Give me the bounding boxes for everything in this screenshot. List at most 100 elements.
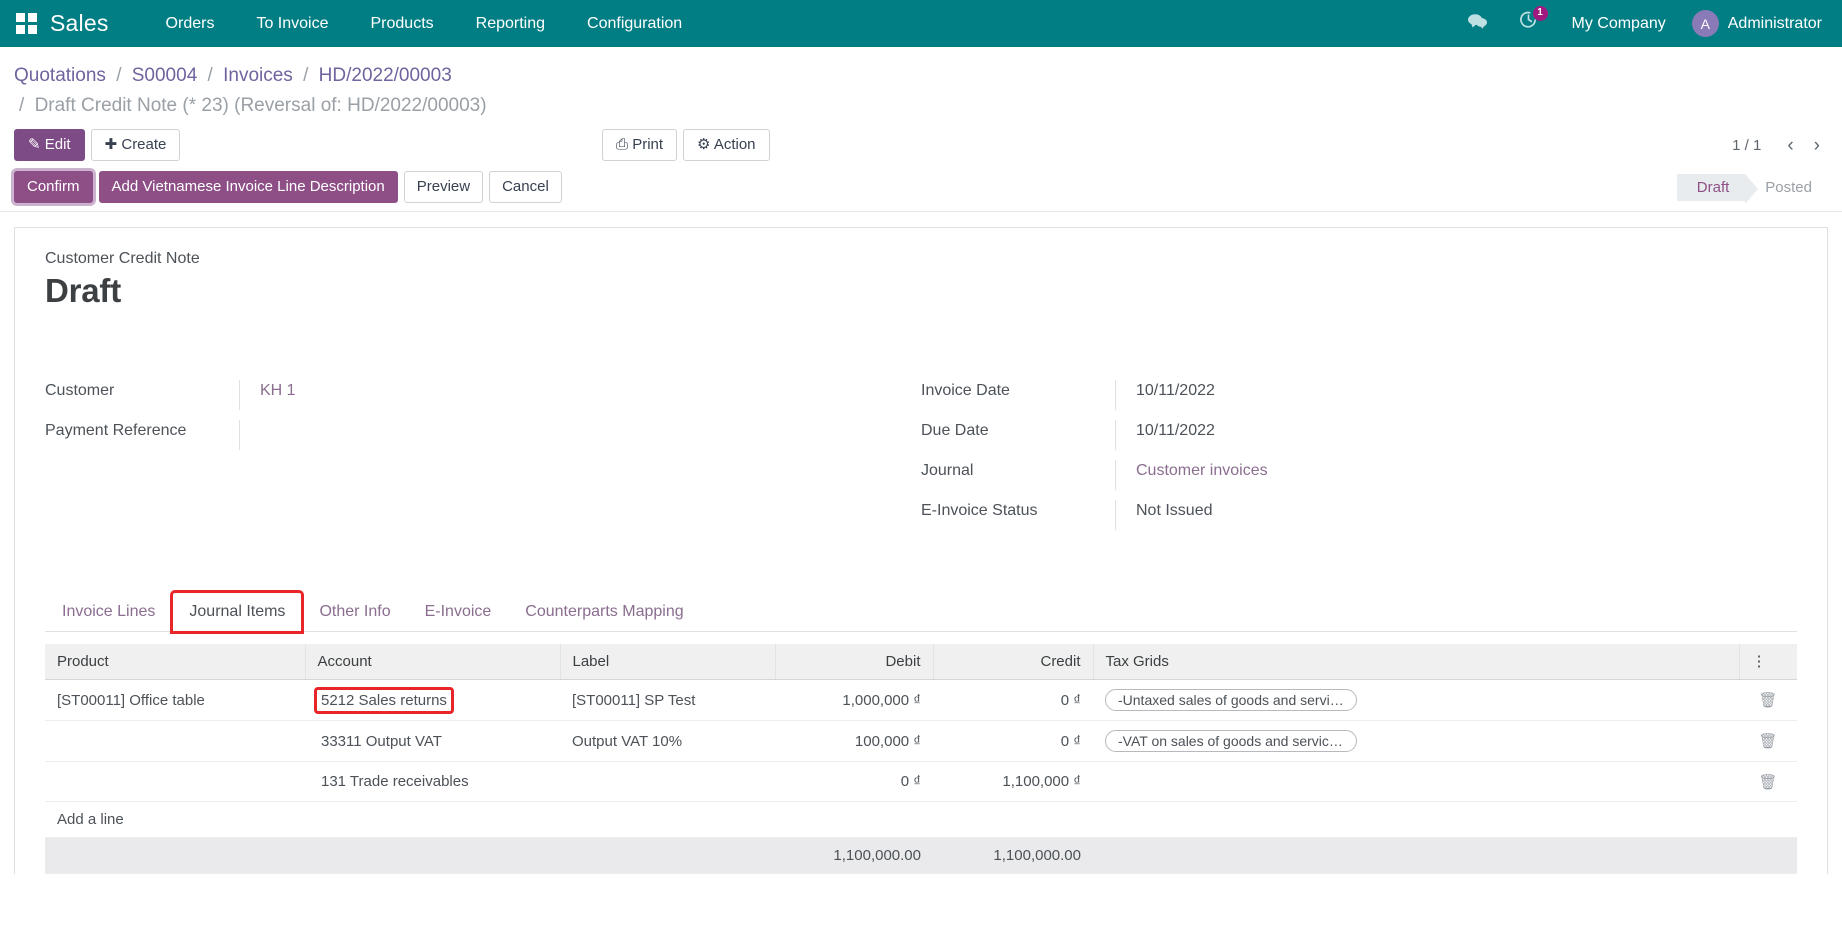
cell-credit[interactable]: 1,100,000 ₫ [933, 762, 1093, 802]
preview-button[interactable]: Preview [404, 171, 483, 203]
cell-tax-grids[interactable]: -Untaxed sales of goods and servic… [1093, 680, 1739, 721]
field-label-customer: Customer [45, 380, 239, 400]
pager: 1 / 1 ‹ › [1732, 136, 1828, 155]
status-step-draft[interactable]: Draft [1677, 174, 1746, 201]
avatar: A [1692, 10, 1719, 37]
menu-item-products[interactable]: Products [350, 0, 455, 47]
column-header-product[interactable]: Product [45, 644, 305, 680]
add-a-line-button[interactable]: Add a line [45, 802, 1797, 838]
cell-delete[interactable]: 🗑 [1739, 721, 1797, 762]
print-button[interactable]: ⎙ Print [602, 129, 677, 161]
tab-other-info[interactable]: Other Info [302, 592, 407, 632]
chat-bubble-icon[interactable] [1452, 0, 1503, 47]
breadcrumb-separator: / [303, 65, 308, 86]
menu-item-reporting[interactable]: Reporting [455, 0, 566, 47]
breadcrumb-item-invoices[interactable]: Invoices [223, 65, 293, 86]
breadcrumb-item-hd-2022-00003[interactable]: HD/2022/00003 [319, 65, 452, 86]
trash-icon[interactable]: 🗑 [1758, 733, 1777, 750]
table-header: Product Account Label Debit Credit Tax G… [45, 644, 1797, 680]
trash-icon[interactable]: 🗑 [1758, 774, 1777, 791]
totals-spacer [1739, 838, 1797, 874]
cell-account-value[interactable]: 33311 Output VAT [317, 731, 446, 752]
menu-item-configuration[interactable]: Configuration [566, 0, 703, 47]
field-group-right: Invoice Date 10/11/2022 Due Date 10/11/2… [921, 380, 1797, 540]
cell-delete[interactable]: 🗑 [1739, 762, 1797, 802]
field-payment-reference: Payment Reference [45, 420, 861, 460]
field-invoice-date: Invoice Date 10/11/2022 [921, 380, 1737, 420]
menu-item-orders[interactable]: Orders [145, 0, 236, 47]
cell-credit[interactable]: 0 ₫ [933, 680, 1093, 721]
cell-account-value[interactable]: 131 Trade receivables [317, 771, 473, 792]
add-line-row[interactable]: Add a line [45, 802, 1797, 838]
field-value-invoice-date[interactable]: 10/11/2022 [1115, 380, 1737, 410]
breadcrumb-separator: / [116, 65, 121, 86]
create-button[interactable]: ✚ Create [91, 129, 181, 161]
add-vietnamese-invoice-line-description-button[interactable]: Add Vietnamese Invoice Line Description [99, 171, 398, 203]
cell-product[interactable]: [ST00011] Office table [45, 680, 305, 721]
table-row[interactable]: 33311 Output VAT Output VAT 10% 100,000 … [45, 721, 1797, 762]
notebook-tabs: Invoice Lines Journal Items Other Info E… [45, 592, 1797, 632]
cell-product[interactable] [45, 762, 305, 802]
field-value-payment-reference[interactable] [239, 420, 861, 450]
cell-account[interactable]: 33311 Output VAT [305, 721, 560, 762]
table-row[interactable]: 131 Trade receivables 0 ₫ 1,100,000 ₫ 🗑 [45, 762, 1797, 802]
tab-invoice-lines[interactable]: Invoice Lines [45, 592, 172, 632]
table-header-row: Product Account Label Debit Credit Tax G… [45, 644, 1797, 680]
cell-debit[interactable]: 0 ₫ [775, 762, 933, 802]
field-value-journal[interactable]: Customer invoices [1115, 460, 1737, 490]
cell-account-value[interactable]: 5212 Sales returns [317, 690, 451, 711]
totals-spacer [1093, 838, 1739, 874]
optional-columns-toggle[interactable]: ⋮ [1739, 644, 1797, 680]
chevron-right-icon[interactable]: › [1806, 136, 1828, 155]
tax-grid-tag[interactable]: -Untaxed sales of goods and servic… [1105, 689, 1357, 711]
totals-spacer [45, 838, 305, 874]
cell-credit[interactable]: 0 ₫ [933, 721, 1093, 762]
column-header-credit[interactable]: Credit [933, 644, 1093, 680]
user-name: Administrator [1728, 15, 1822, 33]
app-brand-sales[interactable]: Sales [50, 10, 109, 37]
field-value-customer[interactable]: KH 1 [239, 380, 861, 410]
menu-item-to-invoice[interactable]: To Invoice [235, 0, 349, 47]
cell-label[interactable]: Output VAT 10% [560, 721, 775, 762]
record-actions: ✎ Edit ✚ Create [14, 129, 180, 161]
field-due-date: Due Date 10/11/2022 [921, 420, 1737, 460]
field-value-due-date[interactable]: 10/11/2022 [1115, 420, 1737, 450]
action-button[interactable]: ⚙ Action [683, 129, 770, 161]
cancel-button[interactable]: Cancel [489, 171, 562, 203]
field-journal: Journal Customer invoices [921, 460, 1737, 500]
cell-product[interactable] [45, 721, 305, 762]
gear-icon: ⚙ [697, 136, 710, 153]
edit-button[interactable]: ✎ Edit [14, 129, 85, 161]
confirm-button[interactable]: Confirm [14, 171, 93, 203]
column-header-tax-grids[interactable]: Tax Grids [1093, 644, 1739, 680]
cell-tax-grids[interactable]: -VAT on sales of goods and service… [1093, 721, 1739, 762]
chevron-left-icon[interactable]: ‹ [1779, 136, 1801, 155]
trash-icon[interactable]: 🗑 [1758, 692, 1777, 709]
cell-account[interactable]: 5212 Sales returns [305, 680, 560, 721]
cell-label[interactable] [560, 762, 775, 802]
column-header-debit[interactable]: Debit [775, 644, 933, 680]
tax-grid-tag[interactable]: -VAT on sales of goods and service… [1105, 730, 1357, 752]
navbar-right: 1 My Company A Administrator [1452, 0, 1823, 47]
tab-counterparts-mapping[interactable]: Counterparts Mapping [508, 592, 700, 632]
vertical-dots-icon[interactable]: ⋮ [1752, 654, 1767, 669]
company-switcher[interactable]: My Company [1554, 15, 1684, 33]
apps-grid-icon[interactable] [16, 13, 38, 35]
cell-delete[interactable]: 🗑 [1739, 680, 1797, 721]
tab-e-invoice[interactable]: E-Invoice [408, 592, 509, 632]
cell-debit[interactable]: 100,000 ₫ [775, 721, 933, 762]
tab-journal-items[interactable]: Journal Items [172, 592, 302, 632]
column-header-account[interactable]: Account [305, 644, 560, 680]
cell-tax-grids[interactable] [1093, 762, 1739, 802]
field-group-left: Customer KH 1 Payment Reference [45, 380, 921, 540]
column-header-label[interactable]: Label [560, 644, 775, 680]
breadcrumb-item-s00004[interactable]: S00004 [132, 65, 198, 86]
cell-account[interactable]: 131 Trade receivables [305, 762, 560, 802]
breadcrumb-separator: / [19, 95, 24, 116]
clock-activity-icon[interactable]: 1 [1503, 0, 1554, 47]
user-menu[interactable]: A Administrator [1684, 10, 1822, 37]
cell-label[interactable]: [ST00011] SP Test [560, 680, 775, 721]
cell-debit[interactable]: 1,000,000 ₫ [775, 680, 933, 721]
breadcrumb-item-quotations[interactable]: Quotations [14, 65, 106, 86]
table-row[interactable]: [ST00011] Office table 5212 Sales return… [45, 680, 1797, 721]
